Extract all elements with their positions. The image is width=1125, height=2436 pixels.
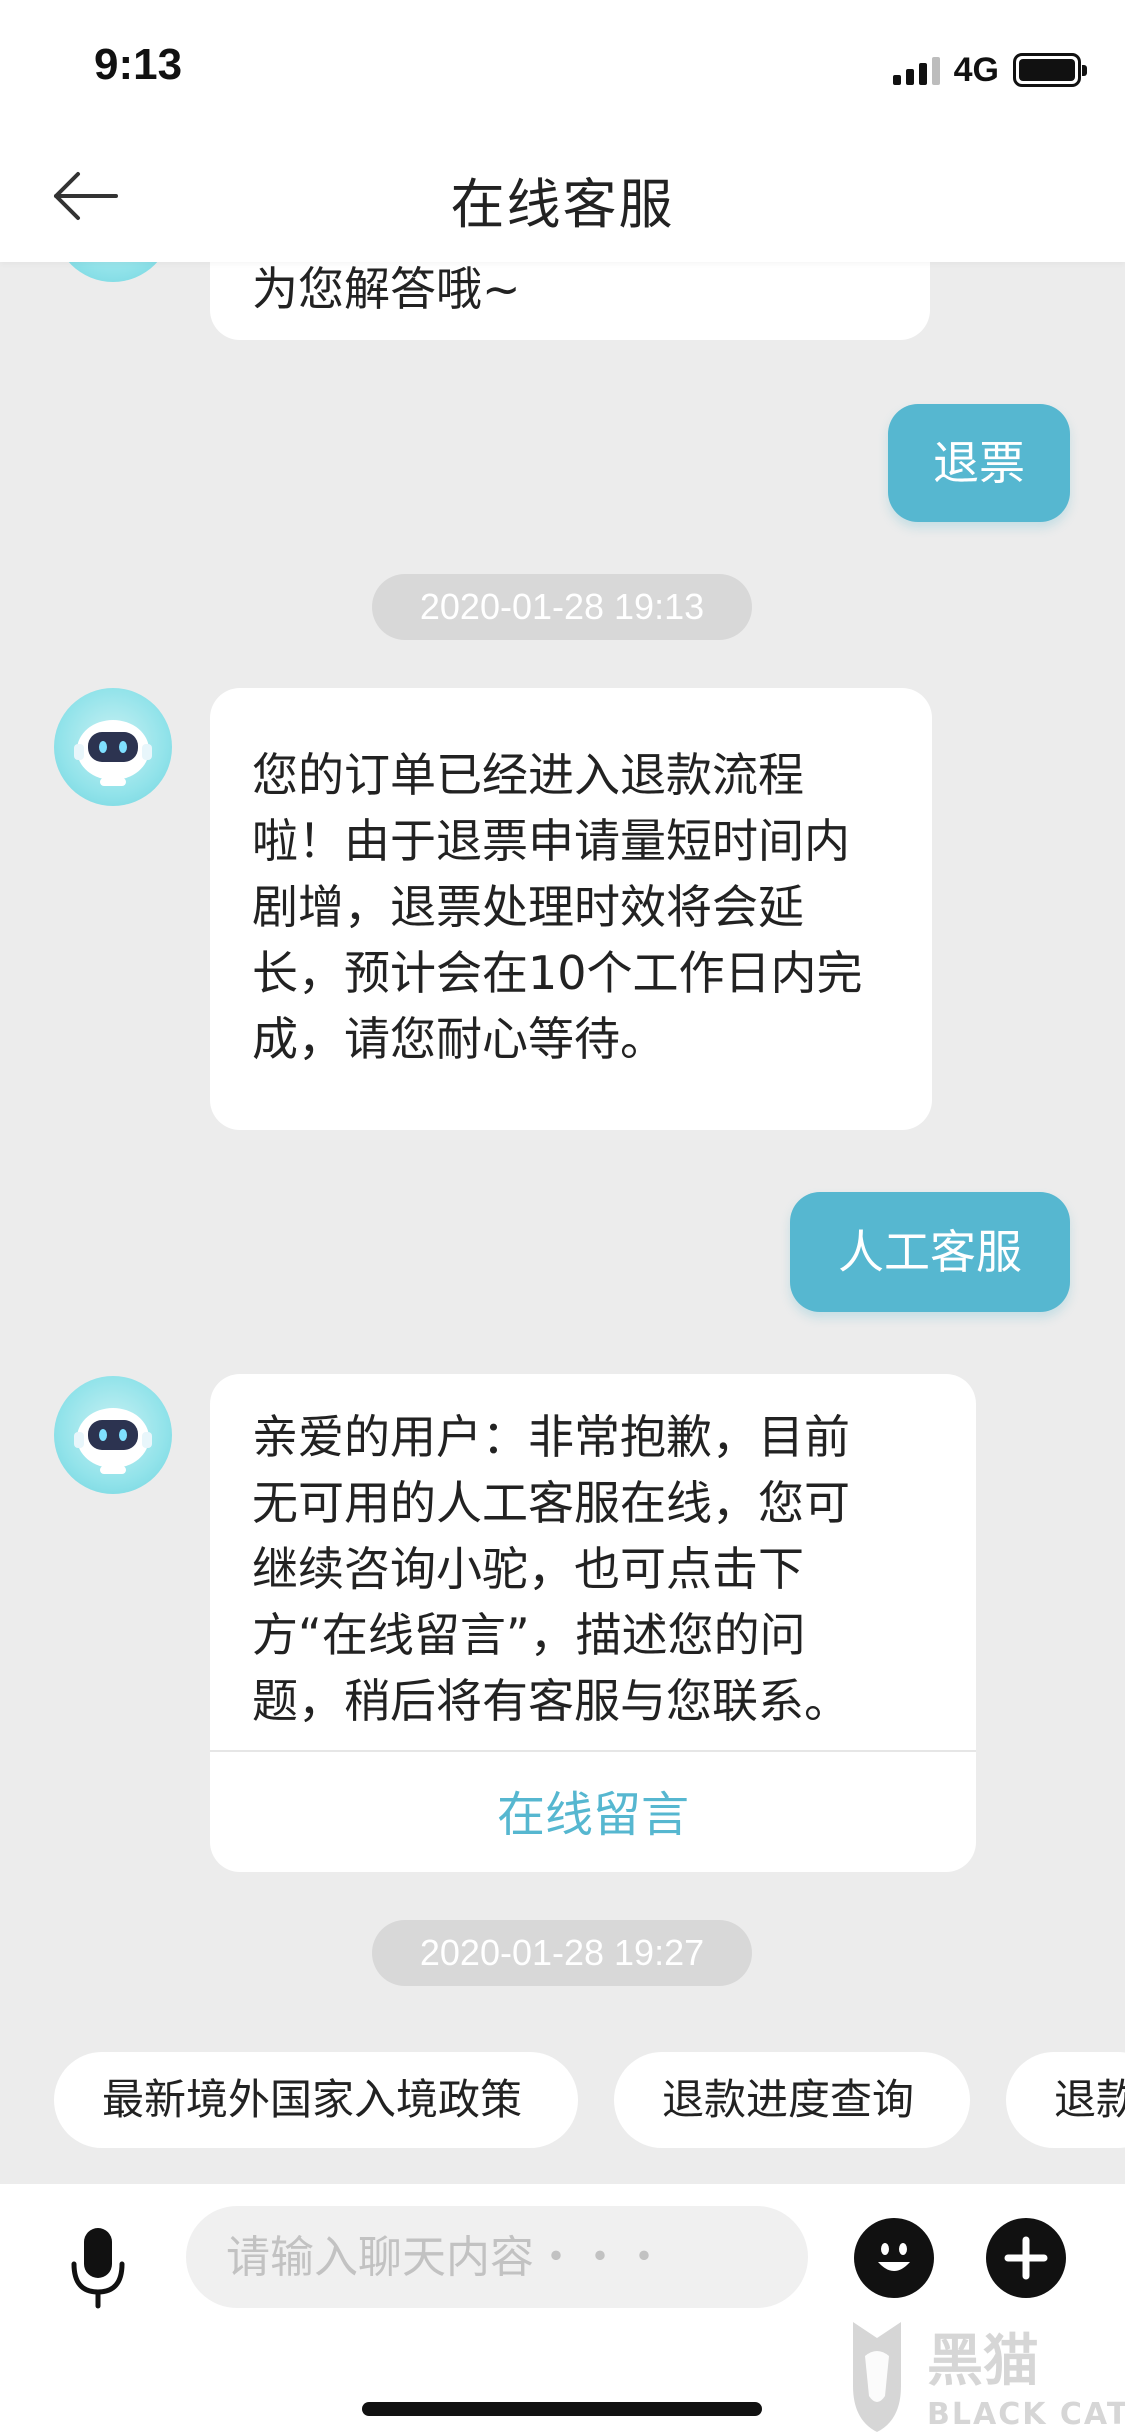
bot-message: 您的订单已经进入退款流程 啦！由于退票申请量短时间内 剧增，退票处理时效将会延 … [210,688,932,1130]
robot-icon [74,1408,152,1474]
quick-reply-chip[interactable]: 最新境外国家入境政策 [54,2052,578,2148]
message-line: 啦！由于退票申请量短时间内 [252,814,850,868]
blackcat-watermark-logo: 黑猫 BLACK CAT [835,2316,1125,2436]
network-label: 4G [953,50,999,89]
leave-message-link[interactable]: 在线留言 [210,1758,976,1872]
svg-text:黑猫: 黑猫 [927,2329,1039,2394]
message-line: 无可用的人工客服在线，您可 [252,1476,850,1530]
home-indicator [362,2402,762,2416]
bot-avatar [54,1376,172,1494]
battery-icon [1013,53,1087,87]
status-indicators: 4G [892,50,1087,90]
timestamp: 2020-01-28 19:13 [372,574,752,640]
message-line: 为您解答哦~ [252,262,521,316]
quick-reply-chip[interactable]: 退款 [1006,2052,1125,2148]
user-message: 人工客服 [790,1192,1070,1312]
emoji-icon[interactable] [854,2218,934,2298]
robot-icon [74,720,152,786]
message-line: 成，请您耐心等待。 [252,1012,666,1066]
message-line: 题，稍后将有客服与您联系。 [252,1674,850,1728]
message-line: 长，预计会在10个工作日内完 [252,946,863,1000]
signal-icon [892,55,940,85]
card-divider [210,1750,976,1752]
microphone-icon[interactable] [68,2226,128,2310]
message-line: 方“在线留言”，描述您的问 [252,1608,806,1662]
message-line: 亲爱的用户：非常抱歉，目前 [252,1410,850,1464]
bot-message-card: 亲爱的用户：非常抱歉，目前 无可用的人工客服在线，您可 继续咨询小驼，也可点击下… [210,1374,976,1872]
quick-reply-chip[interactable]: 退款进度查询 [614,2052,970,2148]
status-time: 9:13 [94,40,183,89]
bot-avatar [54,688,172,806]
quick-replies: 最新境外国家入境政策 退款进度查询 退款 [0,2052,1125,2148]
plus-icon[interactable] [986,2218,1066,2298]
page-title: 在线客服 [450,173,675,236]
message-line: 继续咨询小驼，也可点击下 [252,1542,804,1596]
chat-area[interactable]: 为您解答哦~ 退票 2020-01-28 19:13 您的订单已经进入退款流程 … [0,0,1125,2180]
chat-input[interactable] [186,2206,808,2308]
user-message: 退票 [888,404,1070,522]
top-bar: 9:13 4G 在线客服 [0,0,1125,262]
message-line: 您的订单已经进入退款流程 [252,748,804,802]
message-line: 剧增，退票处理时效将会延 [252,880,804,934]
timestamp: 2020-01-28 19:27 [372,1920,752,1986]
svg-text:BLACK CAT: BLACK CAT [927,2397,1125,2432]
